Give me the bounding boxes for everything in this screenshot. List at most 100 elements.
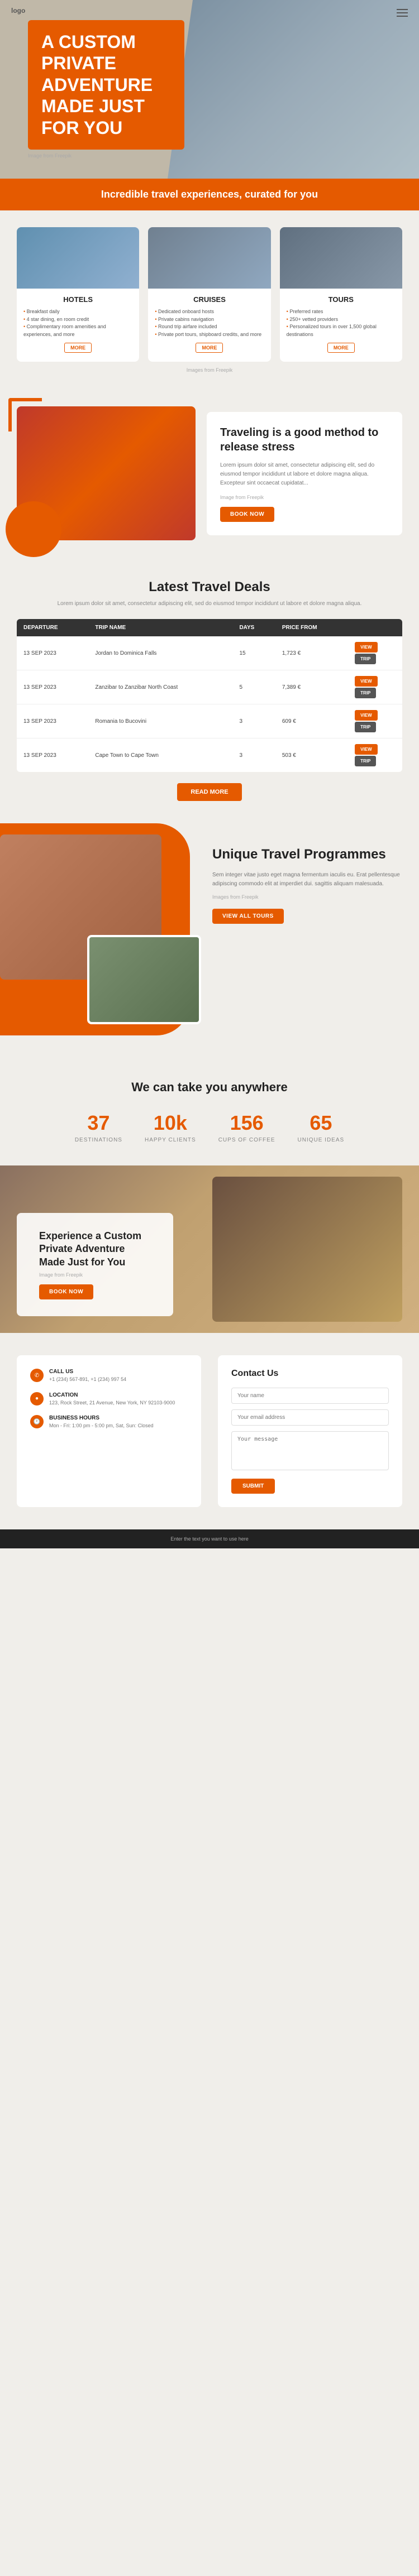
row4-trip-button[interactable]: TRIP xyxy=(355,756,376,766)
row3-actions: VIEW TRIP xyxy=(348,704,402,738)
cards-section: HOTELS Breakfast daily 4 star dining, en… xyxy=(0,210,419,390)
contact-submit-button[interactable]: SUBMIT xyxy=(231,1479,275,1494)
row1-trip: Jordan to Dominica Falls xyxy=(88,636,232,670)
clock-icon: 🕐 xyxy=(30,1415,44,1428)
programmes-image-credit: Images from Freepik xyxy=(212,894,402,900)
deals-table-header: DEPARTURE TRIP NAME DAYS PRICE FROM xyxy=(17,619,402,636)
footer-location-text: LOCATION 123, Rock Street, 21 Avenue, Ne… xyxy=(49,1392,175,1407)
row4-departure: 13 SEP 2023 xyxy=(17,738,88,773)
stress-image-credit: Image from Freepik xyxy=(220,495,389,500)
row4-trip: Cape Town to Cape Town xyxy=(88,738,232,773)
phone-icon: ✆ xyxy=(30,1369,44,1382)
section1-subtitle: Incredible travel experiences, curated f… xyxy=(0,179,419,210)
hotels-image xyxy=(17,227,139,289)
stat-destinations: 37 DESTINATIONS xyxy=(75,1111,122,1143)
location-label: LOCATION xyxy=(49,1392,175,1398)
row4-actions: VIEW TRIP xyxy=(348,738,402,773)
row3-days: 3 xyxy=(232,704,275,738)
hours-label: BUSINESS HOURS xyxy=(49,1415,154,1421)
contact-form-title: Contact Us xyxy=(231,1369,389,1379)
logo: logo xyxy=(11,7,25,15)
cruises-features: Dedicated onboard hosts Private cabins n… xyxy=(155,308,264,338)
cruises-feature-1: Dedicated onboard hosts xyxy=(155,308,264,316)
orange-circle-decor xyxy=(6,501,61,557)
hamburger-menu[interactable] xyxy=(397,7,408,19)
programmes-inner: Unique Travel Programmes Sem integer vit… xyxy=(0,823,419,1035)
contact-message-input[interactable] xyxy=(231,1431,389,1470)
tours-title: TOURS xyxy=(287,295,396,304)
hotels-feature-1: Breakfast daily xyxy=(23,308,132,316)
stat-coffee: 156 CUPS OF COFFEE xyxy=(218,1111,275,1143)
contact-email-input[interactable] xyxy=(231,1409,389,1426)
footer-location-item: ● LOCATION 123, Rock Street, 21 Avenue, … xyxy=(30,1392,188,1407)
footer-hours-text: BUSINESS HOURS Mon - Fri: 1:00 pm - 5:00… xyxy=(49,1415,154,1429)
stress-section: Traveling is a good method to release st… xyxy=(0,390,419,557)
programmes-view-tours-button[interactable]: VIEW ALL TOURS xyxy=(212,909,284,924)
cruises-more-link[interactable]: MORE xyxy=(196,343,223,353)
cruises-feature-3: Round trip airfare included xyxy=(155,323,264,331)
cruises-feature-4: Private port tours, shipboard credits, a… xyxy=(155,331,264,339)
row3-trip-button[interactable]: TRIP xyxy=(355,722,376,732)
card-hotels: HOTELS Breakfast daily 4 star dining, en… xyxy=(17,227,139,362)
hotels-more-link[interactable]: MORE xyxy=(64,343,92,353)
row2-trip-button[interactable]: TRIP xyxy=(355,688,376,698)
stress-content-card: Traveling is a good method to release st… xyxy=(207,412,402,535)
table-row: 13 SEP 2023 Romania to Bucovini 3 609 € … xyxy=(17,704,402,738)
deals-read-more-button[interactable]: READ MORE xyxy=(177,783,241,801)
tours-image xyxy=(280,227,402,289)
programmes-small-image xyxy=(87,935,201,1024)
row3-price: 609 € xyxy=(275,704,348,738)
hero-section: A CUSTOM PRIVATE ADVENTURE MADE JUST FOR… xyxy=(0,0,419,179)
row1-trip-button[interactable]: TRIP xyxy=(355,654,376,664)
tours-more-link[interactable]: MORE xyxy=(327,343,355,353)
hero-title: A CUSTOM PRIVATE ADVENTURE MADE JUST FOR… xyxy=(28,20,184,150)
adventure-image-credit: Image from Freepik xyxy=(39,1272,151,1278)
row2-view-button[interactable]: VIEW xyxy=(355,676,377,687)
col-departure: DEPARTURE xyxy=(17,619,88,636)
cruises-feature-2: Private cabins navigation xyxy=(155,316,264,324)
row1-days: 15 xyxy=(232,636,275,670)
footer-call-item: ✆ CALL US +1 (234) 567-891, +1 (234) 997… xyxy=(30,1369,188,1383)
card-cruises: CRUISES Dedicated onboard hosts Private … xyxy=(148,227,270,362)
row1-view-button[interactable]: VIEW xyxy=(355,642,377,653)
stat-clients-number: 10k xyxy=(145,1111,196,1135)
hero-image-credit: Image from Freepik xyxy=(28,153,184,159)
tours-feature-3: Personalized tours in over 1,500 global … xyxy=(287,323,396,338)
bottom-bar: Enter the text you want to use here xyxy=(0,1529,419,1548)
stat-clients-label: HAPPY CLIENTS xyxy=(145,1137,196,1143)
footer-right-col: Contact Us SUBMIT xyxy=(218,1355,402,1507)
row4-view-button[interactable]: VIEW xyxy=(355,744,377,755)
cruises-image xyxy=(148,227,270,289)
stress-inner: Traveling is a good method to release st… xyxy=(17,406,402,540)
deals-subtitle: Lorem ipsum dolor sit amet, consectetur … xyxy=(17,599,402,608)
stat-ideas-number: 65 xyxy=(298,1111,345,1135)
card-tours: TOURS Preferred rates 250+ vetted provid… xyxy=(280,227,402,362)
adventure-title: Experience a Custom Private Adventure Ma… xyxy=(39,1230,151,1269)
deals-table: DEPARTURE TRIP NAME DAYS PRICE FROM 13 S… xyxy=(17,619,402,772)
tours-features: Preferred rates 250+ vetted providers Pe… xyxy=(287,308,396,338)
tours-feature-2: 250+ vetted providers xyxy=(287,316,396,324)
row3-trip: Romania to Bucovini xyxy=(88,704,232,738)
contact-name-input[interactable] xyxy=(231,1388,389,1404)
orange-bracket-top-decor xyxy=(8,398,42,431)
adventure-section: Experience a Custom Private Adventure Ma… xyxy=(0,1165,419,1333)
deals-section: Latest Travel Deals Lorem ipsum dolor si… xyxy=(0,557,419,823)
hero-content: A CUSTOM PRIVATE ADVENTURE MADE JUST FOR… xyxy=(0,0,212,179)
row2-days: 5 xyxy=(232,670,275,704)
hotels-feature-3: Complimentary room amenities and experie… xyxy=(23,323,132,338)
programmes-title: Unique Travel Programmes xyxy=(212,846,402,863)
table-row: 13 SEP 2023 Cape Town to Cape Town 3 503… xyxy=(17,738,402,773)
row3-view-button[interactable]: VIEW xyxy=(355,710,377,721)
stress-book-now-button[interactable]: BOOK NOW xyxy=(220,507,274,522)
hours-value: Mon - Fri: 1:00 pm - 5:00 pm, Sat, Sun: … xyxy=(49,1422,154,1429)
row4-days: 3 xyxy=(232,738,275,773)
stats-row: 37 DESTINATIONS 10k HAPPY CLIENTS 156 CU… xyxy=(17,1111,402,1143)
stress-image-area xyxy=(17,406,196,540)
row1-departure: 13 SEP 2023 xyxy=(17,636,88,670)
adventure-content-card: Experience a Custom Private Adventure Ma… xyxy=(17,1213,173,1316)
adventure-book-now-button[interactable]: BOOK NOW xyxy=(39,1284,93,1299)
row1-actions: VIEW TRIP xyxy=(348,636,402,670)
stat-destinations-label: DESTINATIONS xyxy=(75,1137,122,1143)
stats-title: We can take you anywhere xyxy=(17,1080,402,1095)
col-price: PRICE FROM xyxy=(275,619,348,636)
